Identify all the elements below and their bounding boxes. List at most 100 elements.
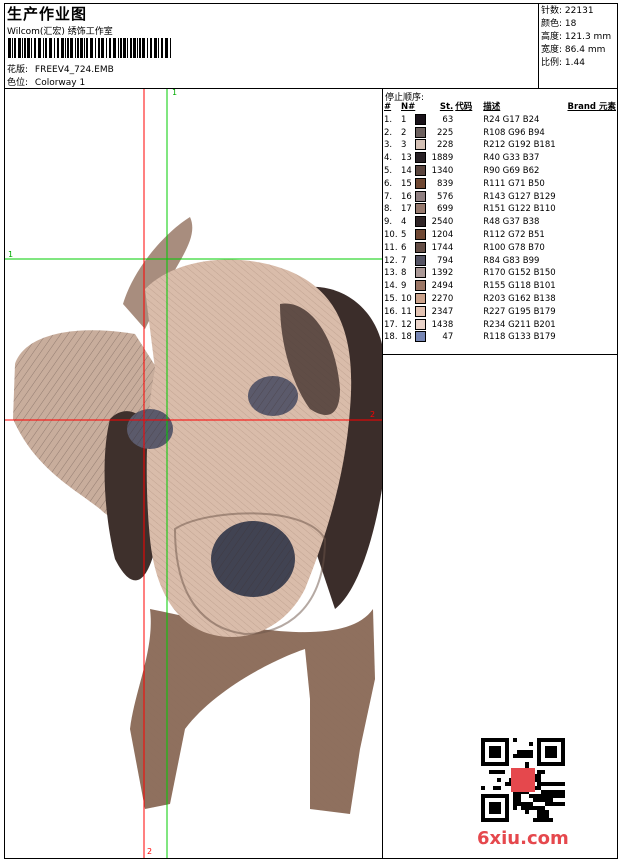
row-stitches: 839 [437,178,454,189]
row-code [455,139,483,152]
color-row: 12. 7 794 R84 G83 B99 [384,254,616,268]
color-row: 7. 16 576 R143 G127 B129 [384,190,616,204]
panel-divider [382,88,383,859]
row-desc: R203 G162 B138 [483,293,556,304]
col-code: 代码 [455,102,473,112]
row-desc: R84 G83 B99 [483,255,540,266]
color-row: 8. 17 699 R151 G122 B110 [384,203,616,216]
guide-label-red-v: 2 [147,847,153,856]
row-index: 12. [384,255,398,266]
row-index: 7. [384,191,393,202]
col-index: # [384,102,392,112]
row-swatch [415,318,431,332]
color-swatch [415,113,427,125]
row-index: 1. [384,114,393,125]
row-index: 10. [384,229,398,240]
design-preview [5,89,382,858]
row-code [455,127,483,140]
row-brand [561,255,616,268]
row-swatch [415,190,431,204]
row-index: 3. [384,140,393,151]
stat-scale: 比例: 1.44 [541,58,585,68]
col-st: St. [439,102,454,112]
row-desc: R100 G78 B70 [483,242,545,253]
row-code [455,203,483,216]
row-desc: R40 G33 B37 [483,153,540,164]
row-brand [561,331,616,344]
row-n: 2 [401,127,407,138]
row-swatch [415,254,431,268]
row-stitches: 2494 [431,281,454,292]
row-brand [561,293,616,306]
row-desc: R234 G211 B201 [483,319,556,330]
row-swatch [415,228,431,242]
color-swatch [415,280,427,292]
row-index: 2. [384,127,393,138]
row-swatch [415,177,431,191]
row-index: 15. [384,293,398,304]
col-n: N# [401,102,416,112]
row-index: 8. [384,204,393,215]
row-stitches: 1744 [431,242,454,253]
color-row: 5. 14 1340 R90 G69 B62 [384,164,616,178]
row-stitches: 63 [442,114,454,125]
color-swatch [415,305,427,317]
stats-divider [538,3,539,89]
row-n: 18 [401,332,412,343]
row-brand [561,191,616,204]
row-code [455,152,483,165]
color-row: 6. 15 839 R111 G71 B50 [384,177,616,191]
row-brand [561,267,616,280]
guide-label-green-h: 1 [8,250,14,259]
row-desc: R112 G72 B51 [483,229,545,240]
row-swatch [415,331,431,344]
row-index: 17. [384,319,398,330]
color-row: 11. 6 1744 R100 G78 B70 [384,241,616,255]
row-desc: R170 G152 B150 [483,268,556,279]
row-swatch [415,292,431,306]
watermark: 6xiu.com [477,828,569,849]
row-desc: R212 G192 B181 [483,140,556,151]
row-brand [561,242,616,255]
row-n: 3 [401,140,407,151]
row-n: 10 [401,293,412,304]
design-label: 花版: [7,65,29,75]
row-index: 4. [384,153,393,164]
row-n: 7 [401,255,407,266]
col-brand: Brand 元素 [567,102,616,112]
row-code [455,191,483,204]
row-stitches: 225 [437,127,454,138]
row-brand [561,127,616,140]
barcode [8,38,171,58]
qr-code [481,738,565,822]
row-stitches: 1204 [431,229,454,240]
row-n: 4 [401,217,407,228]
row-desc: R155 G118 B101 [483,281,556,292]
row-brand [561,319,616,332]
row-swatch [415,139,431,152]
color-row: 2. 2 225 R108 G96 B94 [384,126,616,140]
row-swatch [415,216,431,229]
guide-label-red-h: 2 [370,410,376,419]
colorway-name: Colorway 1 [34,78,86,88]
row-code [455,229,483,242]
row-code [455,293,483,306]
company-name: Wilcom(汇宏) 绣饰工作室 [7,27,113,37]
row-n: 14 [401,165,412,176]
row-brand [561,229,616,242]
row-index: 16. [384,306,398,317]
color-swatch [415,318,427,330]
row-swatch [415,267,431,280]
row-n: 12 [401,319,412,330]
color-swatch [415,152,427,164]
color-swatch [415,254,427,266]
color-swatch [415,267,427,279]
color-row: 16. 11 2347 R227 G195 B179 [384,305,616,319]
row-n: 13 [401,153,412,164]
color-row: 1. 1 63 R24 G17 B24 [384,113,616,127]
row-stitches: 1340 [431,165,454,176]
row-swatch [415,113,431,127]
row-swatch [415,126,431,140]
color-swatch [415,203,427,215]
row-stitches: 1438 [431,319,454,330]
